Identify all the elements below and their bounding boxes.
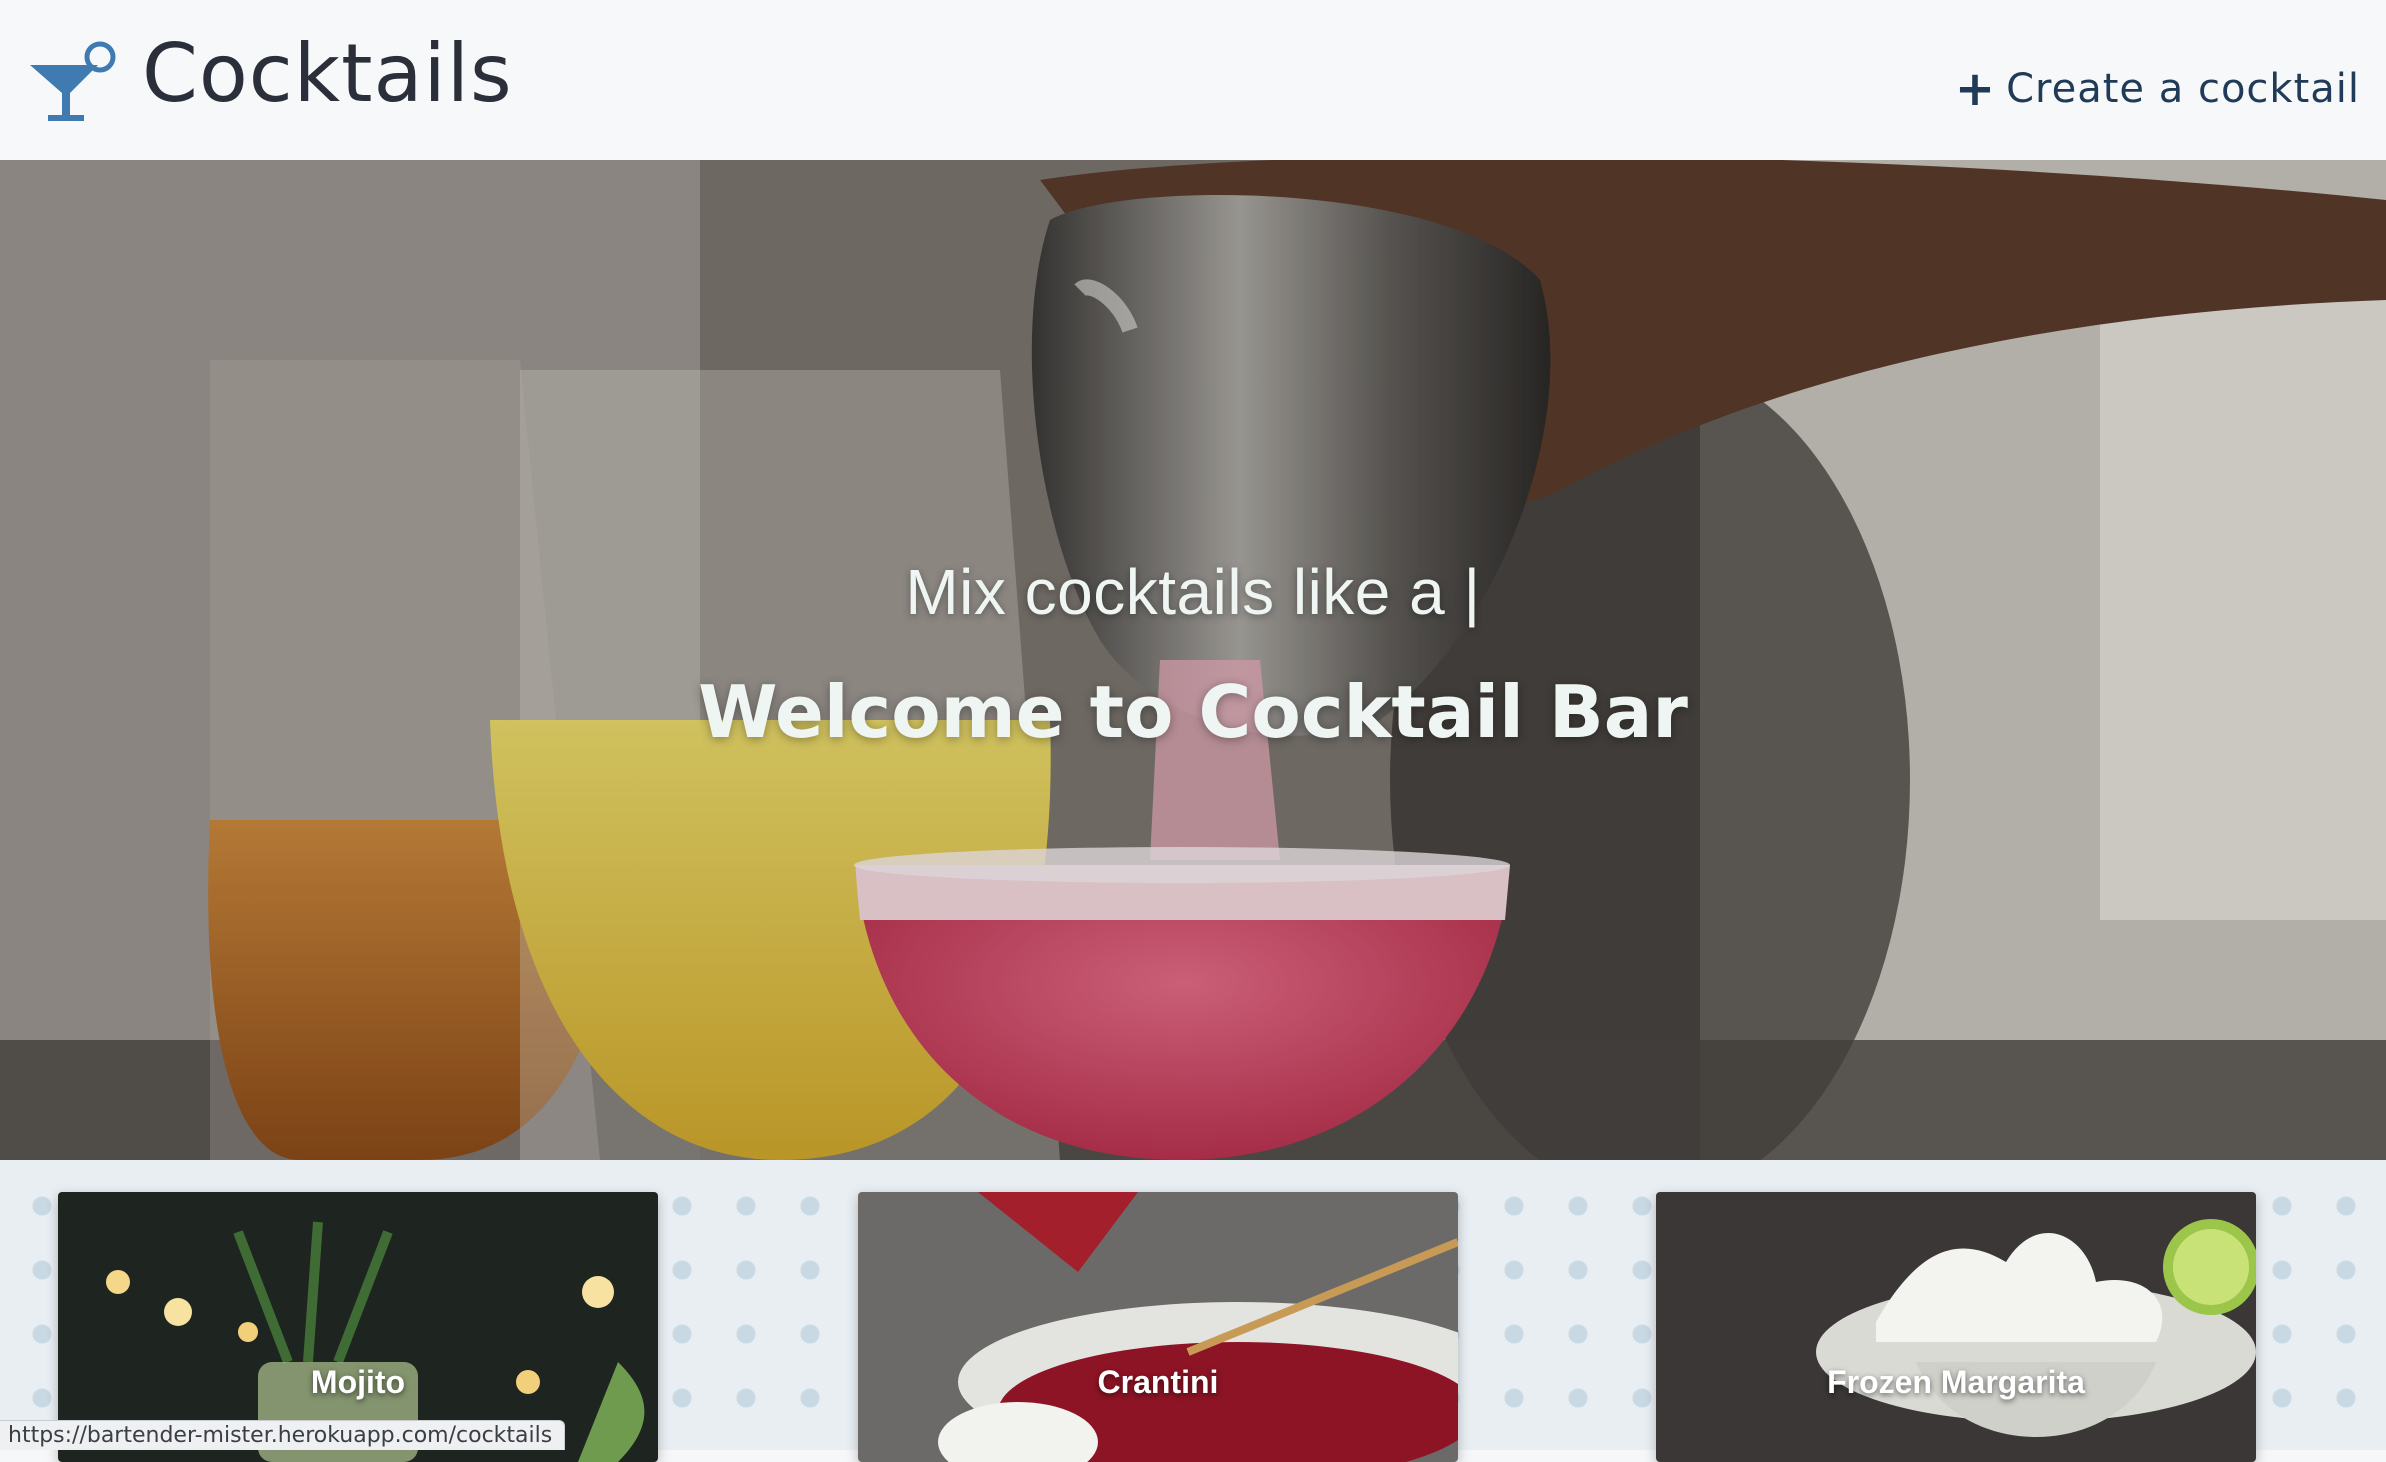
frozen-margarita-photo [1656, 1192, 2256, 1462]
navbar: Cocktails + Create a cocktail [0, 0, 2386, 160]
cocktail-glass-icon [30, 41, 116, 121]
hero-title: Welcome to Cocktail Bar [698, 670, 1688, 754]
brand[interactable]: Cocktails [26, 27, 513, 125]
cocktail-card-label: Crantini [1097, 1364, 1219, 1400]
create-cocktail-link[interactable]: + Create a cocktail [1955, 65, 2360, 113]
hero-banner: Mix cocktails like a | Welcome to Cockta… [0, 160, 2386, 1160]
hero-subtitle: Mix cocktails like a | [905, 556, 1481, 628]
crantini-photo [858, 1192, 1458, 1462]
plus-icon: + [1954, 61, 1997, 117]
cocktail-card-label: Mojito [310, 1364, 406, 1400]
create-cocktail-label: Create a cocktail [2006, 66, 2360, 112]
cocktail-card-label: Frozen Margarita [1827, 1364, 2085, 1400]
brand-title: Cocktails [142, 26, 513, 120]
hero-overlay [0, 160, 2386, 1160]
link-preview-status-bar: https://bartender-mister.herokuapp.com/c… [0, 1420, 566, 1450]
cocktail-card-frozen-margarita[interactable]: Frozen Margarita [1656, 1192, 2256, 1462]
cocktail-card-crantini[interactable]: Crantini [858, 1192, 1458, 1462]
cocktail-cards: Mojito Crantini Frozen Margarita [0, 1160, 2386, 1462]
